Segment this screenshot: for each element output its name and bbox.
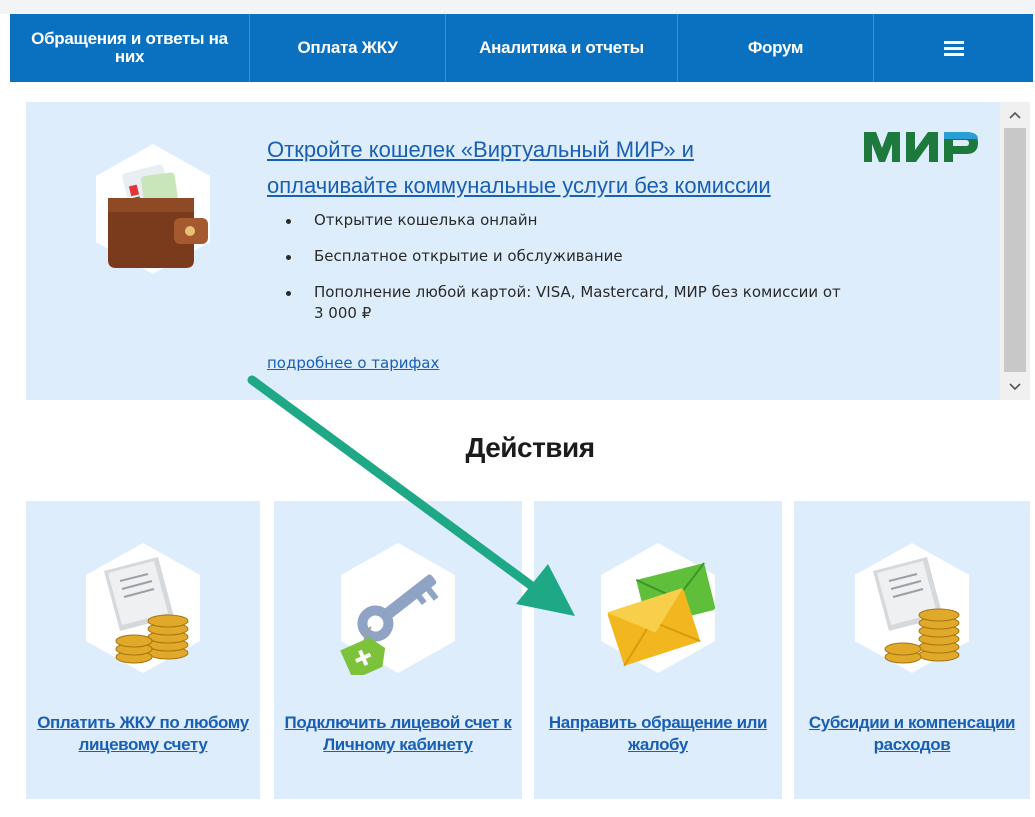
- nav-item-appeals[interactable]: Обращения и ответы на них: [10, 14, 250, 82]
- promo-title-link[interactable]: Откройте кошелек «Виртуальный МИР» и опл…: [267, 132, 827, 204]
- tariffs-link[interactable]: подробнее о тарифах: [267, 354, 439, 372]
- promo-banner: Откройте кошелек «Виртуальный МИР» и опл…: [26, 102, 1000, 400]
- envelope-icon: [601, 543, 716, 673]
- chevron-down-icon[interactable]: [1000, 374, 1030, 400]
- chevron-up-icon[interactable]: [1000, 102, 1030, 128]
- scrollbar-thumb[interactable]: [1004, 128, 1026, 372]
- main-nav: Обращения и ответы на них Оплата ЖКУ Ана…: [10, 14, 1033, 82]
- list-item: Открытие кошелька онлайн: [286, 210, 846, 231]
- mir-logo: [864, 132, 978, 162]
- promo-bullet-list: Открытие кошелька онлайн Бесплатное откр…: [286, 210, 846, 324]
- list-item: Пополнение любой картой: VISA, Mastercar…: [286, 282, 846, 324]
- subsidy-coins-icon: [855, 543, 969, 673]
- action-card-pay[interactable]: Оплатить ЖКУ по любому лицевому счету: [26, 501, 260, 799]
- hamburger-menu-icon[interactable]: [874, 14, 1033, 82]
- action-card-connect[interactable]: Подключить лицевой счет к Личному кабине…: [274, 501, 522, 799]
- action-card-label[interactable]: Направить обращение или жалобу: [534, 712, 782, 756]
- nav-item-analytics[interactable]: Аналитика и отчеты: [446, 14, 678, 82]
- action-card-label[interactable]: Подключить лицевой счет к Личному кабине…: [274, 712, 522, 756]
- nav-item-forum[interactable]: Форум: [678, 14, 874, 82]
- action-card-appeal[interactable]: Направить обращение или жалобу: [534, 501, 782, 799]
- receipt-coins-icon: [86, 543, 200, 673]
- action-card-subsidies[interactable]: Субсидии и компенсации расходов: [794, 501, 1030, 799]
- nav-item-payment[interactable]: Оплата ЖКУ: [250, 14, 446, 82]
- key-tag-icon: [340, 543, 455, 675]
- actions-heading: Действия: [465, 432, 595, 463]
- list-item: Бесплатное открытие и обслуживание: [286, 246, 846, 267]
- action-card-label[interactable]: Субсидии и компенсации расходов: [794, 712, 1030, 756]
- wallet-icon: [96, 144, 210, 274]
- promo-scrollbar[interactable]: [1000, 102, 1030, 400]
- action-card-label[interactable]: Оплатить ЖКУ по любому лицевому счету: [26, 712, 260, 756]
- top-strip: [0, 0, 1035, 14]
